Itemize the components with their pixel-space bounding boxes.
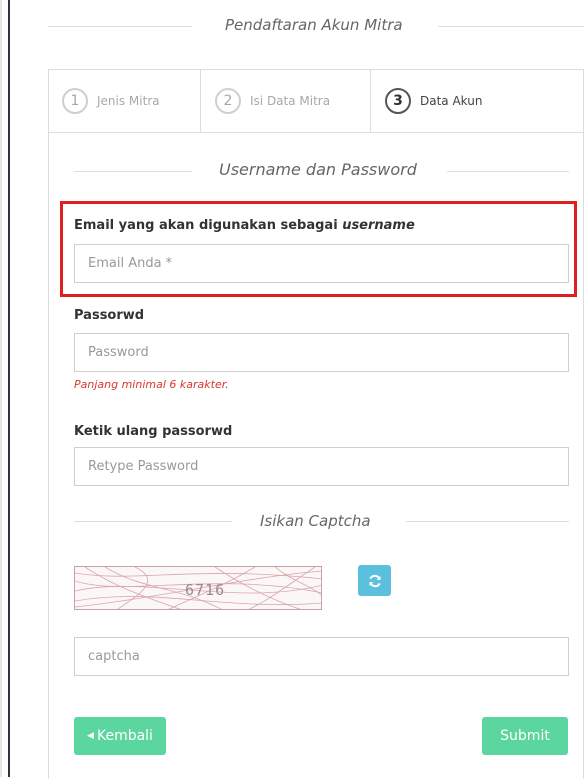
step-label: Data Akun [420,93,483,108]
back-button-label: Kembali [96,728,153,744]
step-data-akun[interactable]: 3 Data Akun [371,69,584,132]
title-rule-left [48,26,192,27]
captcha-image: 6716 [74,566,322,610]
title-rule-right [438,26,584,27]
section-title: Username dan Password [219,160,417,179]
submit-button-label: Submit [500,728,550,744]
window-gutter [0,0,2,777]
step-number: 2 [215,87,241,114]
password-label: Passorwd [74,308,145,323]
page-title: Pendaftaran Akun Mitra [225,16,403,34]
step-label: Isi Data Mitra [250,93,331,108]
captcha-input[interactable] [74,637,569,676]
captcha-rule-left [74,521,232,522]
step-number: 1 [62,87,88,114]
password-hint: Panjang minimal 6 karakter. [74,378,229,391]
email-input[interactable] [74,244,569,283]
section-rule-left [74,171,192,172]
captcha-section-title: Isikan Captcha [260,512,371,530]
retype-password-input[interactable] [74,447,569,486]
back-button[interactable]: ◀ Kembali [74,717,166,755]
captcha-code: 6716 [185,581,226,599]
section-rule-right [447,171,569,172]
retype-password-label: Ketik ulang passorwd [74,424,233,439]
step-jenis-mitra[interactable]: 1 Jenis Mitra [48,69,201,132]
step-label: Jenis Mitra [97,93,160,108]
email-label-text: Email yang akan digunakan sebagai [74,218,343,233]
caret-left-icon: ◀ [87,731,94,741]
window-left-border [8,0,10,777]
refresh-captcha-button[interactable] [358,565,391,596]
step-tabs: 1 Jenis Mitra 2 Isi Data Mitra 3 Data Ak… [48,69,584,133]
captcha-rule-right [406,521,569,522]
step-isi-data-mitra[interactable]: 2 Isi Data Mitra [201,69,371,132]
step-number: 3 [385,87,411,114]
submit-button[interactable]: Submit [482,717,568,755]
refresh-icon [368,574,381,587]
password-input[interactable] [74,333,569,372]
email-label: Email yang akan digunakan sebagai userna… [74,218,415,233]
email-label-emphasis: username [342,218,415,233]
